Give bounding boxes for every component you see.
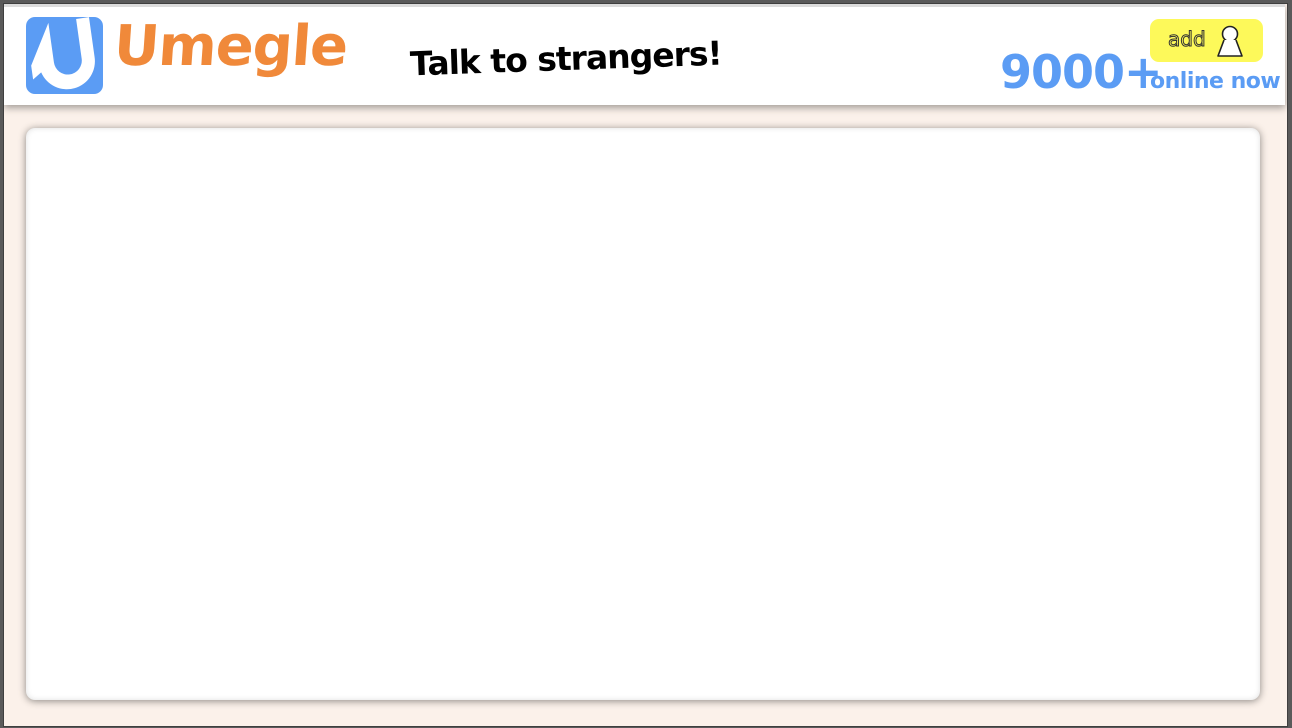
online-now-label: online now — [1150, 69, 1281, 94]
user-silhouette-icon — [1217, 25, 1243, 57]
app-window: Umegle Talk to strangers! 9000+ online n… — [3, 3, 1288, 727]
site-header: Umegle Talk to strangers! 9000+ online n… — [4, 4, 1285, 105]
online-user-count: 9000+ — [1000, 45, 1163, 99]
chat-content-panel — [26, 128, 1260, 700]
add-button-label: add — [1168, 27, 1207, 51]
u-logo-icon[interactable] — [26, 17, 103, 94]
u-logo-glyph — [31, 17, 95, 90]
add-user-button[interactable]: add — [1150, 19, 1263, 62]
site-logo-text[interactable]: Umegle — [112, 14, 350, 79]
page-tagline: Talk to strangers! — [409, 33, 723, 84]
